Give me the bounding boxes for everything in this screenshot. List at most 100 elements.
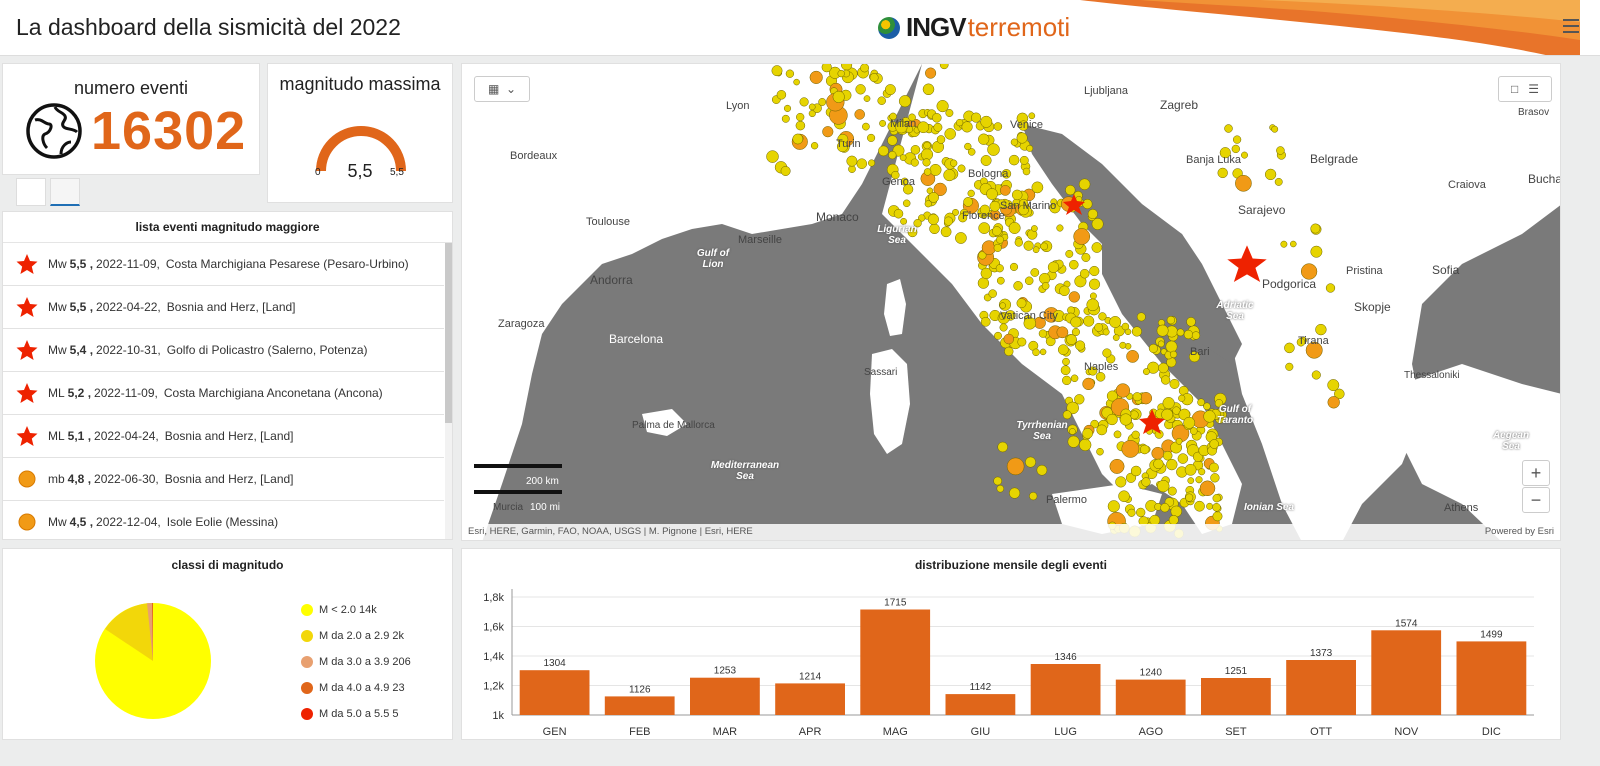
logo-terremoti-text: terremoti [967,12,1071,42]
map-label: Tirana [1298,335,1329,347]
map-label: Palma de Mallorca [632,420,715,431]
earthquake-marker [1031,181,1044,194]
earthquake-marker [776,90,787,100]
event-list-row[interactable]: ML 5,1 , 2022-04-24, Bosnia and Herz, [Land… [3,415,444,458]
tab-2[interactable] [50,178,80,206]
earthquake-marker [1209,462,1219,473]
map-label: Bologna [968,168,1009,180]
earthquake-marker [1290,240,1297,248]
earthquake-marker [1041,282,1050,290]
legend-item[interactable]: M da 2.0 a 2.9 2k [301,623,411,649]
earthquake-marker [1191,331,1201,340]
ingv-logo[interactable]: INGV terremoti [878,12,1070,43]
earthquake-marker [1086,298,1099,312]
legend-list-icon[interactable]: ☰ [1528,82,1539,96]
powered-by-esri[interactable]: Powered by Esri [1485,526,1554,537]
earthquake-marker [1310,223,1321,234]
earthquake-marker [1217,167,1228,179]
earthquake-marker [879,119,887,127]
earthquake-marker [1132,392,1142,402]
bookmark-icon[interactable]: □ [1511,82,1518,96]
x-tick-label: MAR [713,726,738,738]
earthquake-marker [1264,168,1277,181]
earthquake-marker [940,226,952,238]
basemap-gallery-button[interactable]: ▦ ⌄ [474,76,530,102]
legend-swatch [301,630,313,642]
event-place: Costa Marchigiana Pesarese (Pesaro-Urbin… [165,257,409,271]
seismicity-map[interactable]: Lyon Bordeaux Toulouse Andorra Zaragoza … [461,63,1561,541]
monthly-bar-chart[interactable]: 1k 1,2k 1,4k 1,6k 1,8k 1304 GEN 1126 FEB 1253 MAR 1… [462,549,1562,741]
event-date: 2022-11-09, [94,386,158,400]
earthquake-marker [1276,146,1285,155]
earthquake-marker [955,232,967,244]
legend-label: M da 5.0 a 5.5 5 [319,708,399,720]
earthquake-marker [1071,327,1080,337]
earthquake-marker [862,122,870,131]
earthquake-marker [846,155,858,167]
gauge-min: 0 [315,167,321,178]
map-label: Bari [1190,346,1210,358]
scale-bar: 0 200 km 0 100 mi [474,464,564,513]
event-type: Mw [48,343,67,357]
earthquake-marker [1274,177,1283,186]
bar-mar [690,677,760,715]
earthquake-marker [1089,265,1100,277]
earthquake-marker [1119,341,1127,349]
map-label: Pristina [1346,265,1383,277]
event-list-row[interactable]: Mw 5,4 , 2022-10-31, Golfo di Policastro (S… [3,329,444,372]
earthquake-marker [878,145,889,157]
earthquake-marker [1032,246,1040,254]
earthquake-marker [1094,322,1104,332]
earthquake-marker [1003,333,1015,345]
event-place: Golfo di Policastro (Salerno, Potenza) [166,343,368,357]
event-list-row[interactable]: Mw 4,5 , 2022-12-04, Isole Eolie (Messina) [3,501,444,539]
earthquake-marker [1162,450,1173,461]
legend-label: M da 3.0 a 3.9 206 [319,656,411,668]
event-date: 2022-10-31, [96,343,161,357]
event-place: Bosnia and Herz, [Land] [164,429,294,443]
zoom-in-button[interactable]: + [1522,460,1550,486]
earthquake-marker [832,90,845,103]
zoom-out-button[interactable]: − [1522,487,1550,513]
map-canvas[interactable] [462,64,1561,541]
earthquake-marker [980,316,991,327]
map-label: Zaragoza [498,318,545,330]
map-label: Athens [1444,502,1479,514]
sea-label: Mediterranean Sea [710,460,780,482]
earthquake-marker [1095,372,1106,382]
event-list-row[interactable]: Mw 5,5 , 2022-04-22, Bosnia and Herz, [Land… [3,286,444,329]
earthquake-marker [961,121,973,133]
bar-value-label: 1214 [799,671,822,682]
x-tick-label: SET [1225,726,1247,738]
hamburger-icon[interactable] [1563,19,1579,33]
magnitude-gauge [316,126,406,172]
event-list-row[interactable]: ML 5,2 , 2022-11-09, Costa Marchigiana Anco… [3,372,444,415]
legend-swatch [301,682,313,694]
tab-1[interactable] [16,178,46,206]
legend-item[interactable]: M da 4.0 a 4.9 23 [301,675,411,701]
earthquake-marker [929,163,942,176]
earthquake-marker [1017,337,1027,347]
event-list-scrollbar[interactable] [445,243,452,539]
event-list-row[interactable]: mb 4,8 , 2022-06-30, Bosnia and Herz, [Land… [3,458,444,501]
earthquake-marker [1325,283,1336,293]
earthquake-marker [1023,240,1034,251]
earthquake-marker [996,276,1005,285]
event-list-row[interactable]: Mw 5,5 , 2022-11-09, Costa Marchigiana Pesa… [3,243,444,286]
magnitude-pie[interactable] [83,591,223,731]
bar-lug [1030,664,1101,715]
event-type: mb [48,472,65,486]
legend-item[interactable]: M da 3.0 a 3.9 206 [301,649,411,675]
legend-item[interactable]: M da 5.0 a 5.5 5 [301,701,411,727]
earthquake-marker [993,243,1002,252]
earthquake-marker [1113,430,1122,439]
y-tick-label: 1,4k [483,651,504,663]
earthquake-marker [1184,463,1197,476]
legend-item[interactable]: M < 2.0 14k [301,597,411,623]
earthquake-marker [980,155,992,166]
earthquake-marker [1102,328,1110,336]
earthquake-marker [1087,208,1098,220]
earthquake-marker [1078,178,1091,191]
earthquake-marker [1166,458,1178,471]
red-star-icon [16,253,38,275]
